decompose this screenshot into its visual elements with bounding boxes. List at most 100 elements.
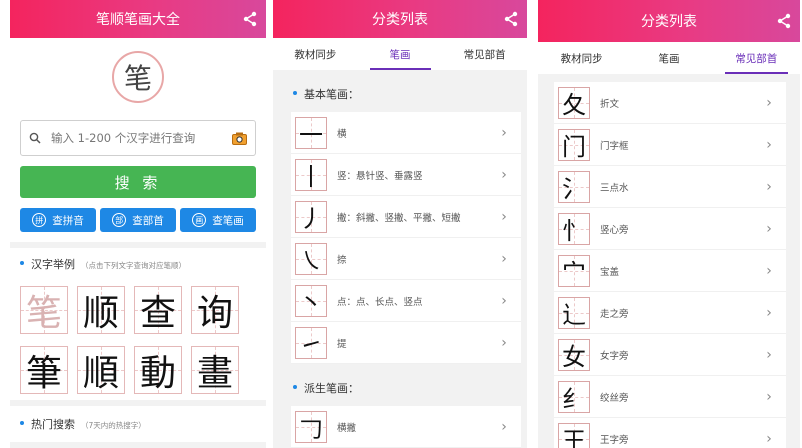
basic-strokes-header: 基本笔画：	[273, 70, 527, 112]
radical-label: 绞丝旁	[600, 392, 629, 404]
stroke-glyph: 𠃌	[295, 410, 327, 443]
list-item[interactable]: 丿 撇：斜撇、竖撇、平撇、短撇 ›	[291, 196, 521, 238]
stroke-glyph: 丿	[295, 200, 327, 233]
list-item[interactable]: 夂 折文 ›	[554, 82, 786, 124]
stroke-glyph: 丶	[295, 284, 327, 317]
bullet-dot	[293, 91, 297, 95]
share-icon[interactable]	[503, 11, 519, 27]
example-char[interactable]: 筆	[20, 346, 68, 394]
radical-glyph: 纟	[558, 380, 590, 413]
example-char[interactable]: 顺	[77, 286, 125, 334]
app-title: 笔顺笔画大全	[96, 12, 180, 28]
list-item[interactable]: 𠃌 横撇 ›	[291, 406, 521, 448]
list-item[interactable]: ㇏ 捺 ›	[291, 238, 521, 280]
chevron-right-icon: ›	[501, 124, 507, 141]
list-item[interactable]: 忄 竖心旁 ›	[554, 208, 786, 250]
tab-radicals[interactable]: 常见部首	[442, 38, 527, 70]
chevron-right-icon: ›	[501, 208, 507, 225]
radical-icon: 部	[112, 213, 127, 227]
list-item[interactable]: 丶 点：点、长点、竖点 ›	[291, 280, 521, 322]
stroke-label: 捺	[337, 254, 347, 266]
app-title: 分类列表	[641, 14, 697, 30]
list-item[interactable]: 丨 竖：悬针竖、垂露竖 ›	[291, 154, 521, 196]
camera-icon[interactable]	[232, 132, 247, 145]
list-item[interactable]: 辶 走之旁 ›	[554, 292, 786, 334]
basic-strokes-list: 一 横 › 丨 竖：悬针竖、垂露竖 › 丿 撇：斜撇、竖撇、平撇、短撇 › ㇏ …	[291, 112, 521, 364]
app-bar: 分类列表	[538, 0, 800, 42]
pinyin-icon: 拼	[32, 213, 47, 227]
logo-area: 笔	[10, 38, 266, 116]
pinyin-label: 查拼音	[52, 214, 84, 227]
search-button[interactable]: 搜 索	[20, 166, 256, 198]
radical-label: 门字框	[600, 140, 629, 152]
example-char[interactable]: 動	[134, 346, 182, 394]
example-char[interactable]: 笔	[20, 286, 68, 334]
tab-bar: 教材同步 笔画 常见部首	[273, 38, 527, 70]
tab-strokes[interactable]: 笔画	[358, 38, 443, 70]
list-item[interactable]: 纟 绞丝旁 ›	[554, 376, 786, 418]
tab-strokes[interactable]: 笔画	[625, 42, 712, 74]
stroke-label: 点：点、长点、竖点	[337, 296, 423, 308]
stroke-glyph: ㇀	[295, 326, 327, 359]
stroke-button[interactable]: 画 查笔画	[180, 208, 256, 232]
chevron-right-icon: ›	[766, 94, 772, 111]
stroke-label: 竖：悬针竖、垂露竖	[337, 170, 423, 182]
chevron-right-icon: ›	[501, 418, 507, 435]
list-item[interactable]: 门 门字框 ›	[554, 124, 786, 166]
list-item[interactable]: 宀 宝盖 ›	[554, 250, 786, 292]
radical-label: 竖心旁	[600, 224, 629, 236]
tab-radicals[interactable]: 常见部首	[713, 42, 800, 74]
share-icon[interactable]	[242, 11, 258, 27]
radical-glyph: 王	[558, 422, 590, 448]
pinyin-button[interactable]: 拼 查拼音	[20, 208, 96, 232]
stroke-label: 横	[337, 128, 347, 140]
derived-strokes-list: 𠃌 横撇 ›	[291, 406, 521, 448]
derived-strokes-header: 派生笔画：	[273, 364, 527, 406]
example-char[interactable]: 畫	[191, 346, 239, 394]
stroke-glyph: ㇏	[295, 242, 327, 275]
chevron-right-icon: ›	[766, 346, 772, 363]
chevron-right-icon: ›	[501, 250, 507, 267]
radical-button[interactable]: 部 查部首	[100, 208, 176, 232]
chevron-right-icon: ›	[766, 304, 772, 321]
chevron-right-icon: ›	[766, 262, 772, 279]
example-char[interactable]: 查	[134, 286, 182, 334]
examples-hint: （点击下列文字查询对应笔顺）	[81, 261, 186, 270]
list-item[interactable]: 氵 三点水 ›	[554, 166, 786, 208]
radical-category-screen: 分类列表 教材同步 笔画 常见部首 夂 折文 › 门 门字框 › 氵 三点水 ›…	[538, 0, 800, 448]
stroke-glyph: 丨	[295, 158, 327, 191]
list-item[interactable]: 王 王字旁 ›	[554, 418, 786, 448]
chevron-right-icon: ›	[766, 388, 772, 405]
radical-glyph: 门	[558, 128, 590, 161]
share-icon[interactable]	[776, 13, 792, 29]
chevron-right-icon: ›	[501, 292, 507, 309]
stroke-icon: 画	[192, 213, 207, 227]
radical-glyph: 忄	[558, 212, 590, 245]
radical-label: 折文	[600, 98, 620, 110]
list-item[interactable]: 女 女字旁 ›	[554, 334, 786, 376]
home-screen: 笔顺笔画大全 笔 输入 1-200 个汉字进行查询 搜 索 拼 查拼音 部 查部…	[10, 0, 266, 448]
example-grid: 笔 顺 查 询 筆 順 動 畫	[20, 286, 256, 394]
list-item[interactable]: 一 横 ›	[291, 112, 521, 154]
tab-textbook[interactable]: 教材同步	[538, 42, 625, 74]
bullet-dot	[20, 421, 24, 425]
search-area: 输入 1-200 个汉字进行查询 搜 索 拼 查拼音 部 查部首 画 查笔画	[10, 116, 266, 242]
logo-char: 笔	[123, 62, 152, 95]
search-input[interactable]: 输入 1-200 个汉字进行查询	[20, 120, 256, 156]
radicals-list: 夂 折文 › 门 门字框 › 氵 三点水 › 忄 竖心旁 › 宀 宝盖 › 辶 …	[554, 82, 786, 448]
example-char[interactable]: 順	[77, 346, 125, 394]
stroke-label: 横撇	[337, 422, 357, 434]
example-char[interactable]: 询	[191, 286, 239, 334]
chevron-right-icon: ›	[501, 166, 507, 183]
radical-label: 宝盖	[600, 266, 620, 278]
list-item[interactable]: ㇀ 提 ›	[291, 322, 521, 364]
tab-textbook[interactable]: 教材同步	[273, 38, 358, 70]
app-logo: 笔	[112, 51, 164, 103]
radical-glyph: 女	[558, 338, 590, 371]
stroke-glyph: 一	[295, 116, 327, 149]
examples-title: 汉字举例	[31, 258, 75, 271]
hot-title: 热门搜索	[31, 418, 75, 431]
examples-header: 汉字举例 （点击下列文字查询对应笔顺）	[20, 256, 256, 272]
app-title: 分类列表	[372, 12, 428, 28]
basic-strokes-title: 基本笔画：	[304, 88, 359, 101]
